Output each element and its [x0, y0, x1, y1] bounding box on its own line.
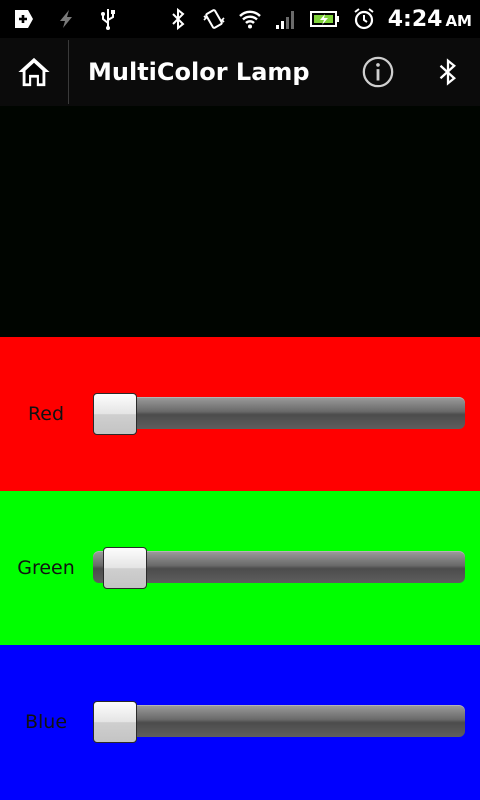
green-label: Green [17, 557, 75, 579]
bluetooth-icon [172, 7, 185, 31]
red-slider-track[interactable] [93, 397, 465, 429]
red-slider[interactable] [93, 393, 465, 435]
blue-slider-thumb[interactable] [93, 701, 137, 743]
charging-bolt-icon [60, 10, 72, 28]
red-label: Red [27, 403, 65, 425]
blue-channel-row: Blue [0, 645, 480, 800]
blue-label: Blue [24, 711, 68, 733]
app-title: MultiColor Lamp [88, 58, 310, 86]
color-preview [0, 106, 480, 337]
status-clock: 4:24 AM [387, 6, 472, 32]
red-slider-thumb[interactable] [93, 393, 137, 435]
alarm-icon [354, 8, 374, 30]
green-channel-row: Green [0, 491, 480, 645]
wifi-icon [238, 10, 261, 29]
status-bar: 4:24 AM [0, 0, 480, 38]
notification-icon [15, 10, 33, 28]
blue-slider-track[interactable] [93, 705, 465, 737]
home-icon [18, 57, 50, 87]
info-button[interactable] [358, 54, 398, 90]
battery-icon [309, 11, 339, 27]
status-bar-right: 4:24 AM [166, 4, 472, 34]
red-channel-row: Red [0, 337, 480, 491]
status-bar-left [12, 4, 120, 34]
green-slider-thumb[interactable] [103, 547, 147, 589]
info-icon [362, 56, 394, 88]
action-bar-divider [68, 40, 69, 104]
action-bar: MultiColor Lamp [0, 38, 480, 106]
signal-icon [275, 11, 294, 29]
bluetooth-icon [439, 58, 456, 86]
usb-icon [101, 9, 115, 30]
bluetooth-button[interactable] [428, 54, 468, 90]
green-slider[interactable] [93, 547, 465, 589]
blue-slider[interactable] [93, 701, 465, 743]
vibrate-icon [203, 9, 225, 29]
home-button[interactable] [0, 38, 68, 106]
green-slider-track[interactable] [93, 551, 465, 583]
